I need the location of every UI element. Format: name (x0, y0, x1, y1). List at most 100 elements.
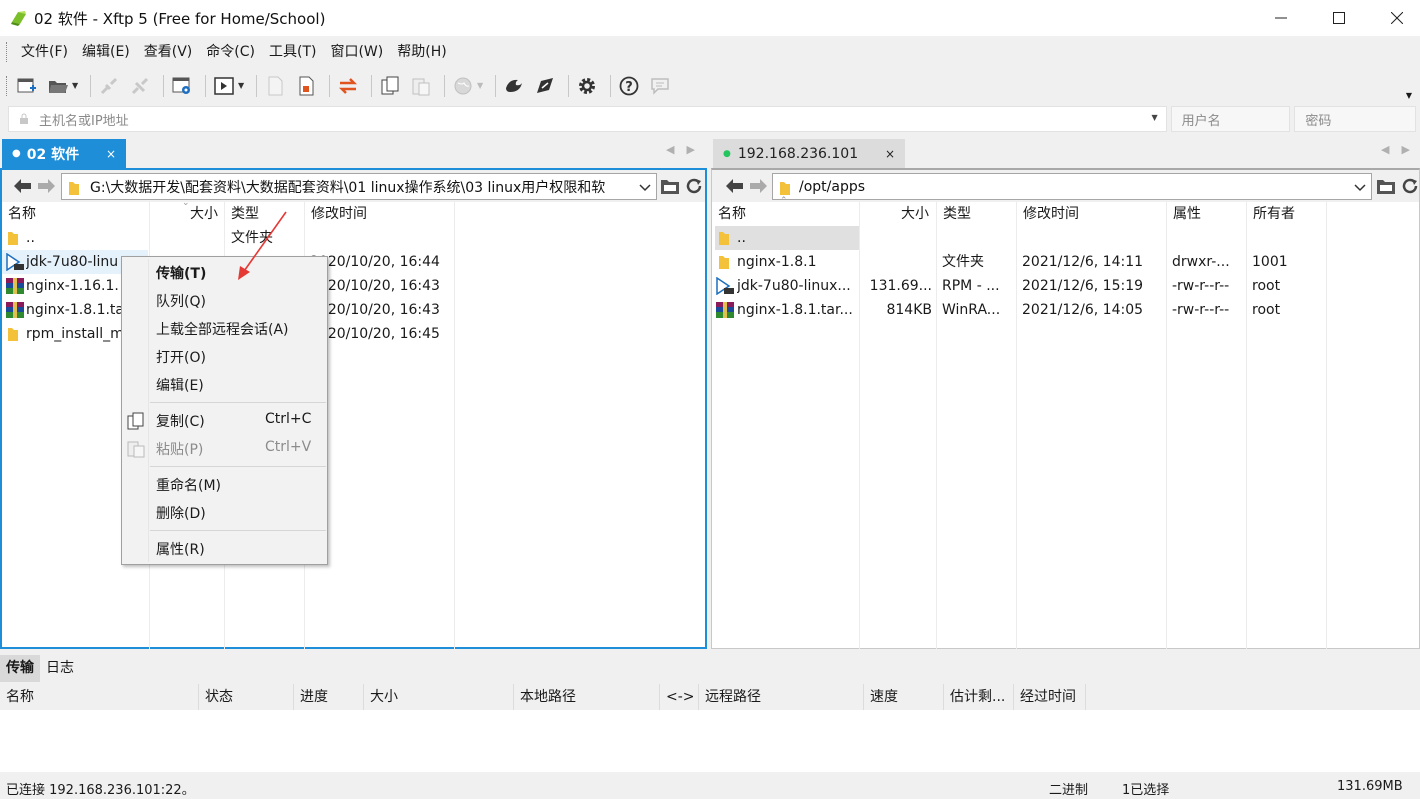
transfer-col-eta[interactable]: 估计剩... (944, 684, 1014, 710)
remote-col-type[interactable]: 类型 (937, 202, 971, 226)
connect-button[interactable] (96, 73, 122, 99)
remote-row-nginx-tar[interactable]: nginx-1.8.1.tar... 814KB WinRA... 2021/1… (712, 298, 1419, 322)
new-session-button[interactable] (14, 73, 40, 99)
tab-local-close-icon[interactable]: × (106, 147, 116, 161)
ctx-open[interactable]: 打开(O) (122, 344, 327, 370)
options-button[interactable] (574, 73, 600, 99)
transfer-col-size[interactable]: 大小 (364, 684, 514, 710)
back-arrow-icon[interactable] (12, 178, 32, 194)
transfer-col-local-path[interactable]: 本地路径 (514, 684, 660, 710)
local-path-text: G:\大数据开发\配套资料\大数据配套资料\01 linux操作系统\03 li… (90, 179, 606, 196)
local-tab-scroll-arrows[interactable]: ◀▶ (666, 143, 707, 156)
transfer-col-speed[interactable]: 速度 (864, 684, 944, 710)
back-arrow-icon[interactable] (724, 178, 744, 194)
local-row-nginx-1-8[interactable]: nginx-1.8.1.ta 2020/10/20, 16:43 (2, 298, 705, 322)
transfer-col-name[interactable]: 名称 (0, 684, 199, 710)
transfer-col-remote-path[interactable]: 远程路径 (699, 684, 864, 710)
menu-window[interactable]: 窗口(W) (323, 40, 390, 64)
minimize-button[interactable] (1258, 0, 1304, 36)
refresh-icon[interactable] (684, 177, 704, 195)
transfer-col-progress[interactable]: 进度 (294, 684, 364, 710)
open-session-button[interactable] (45, 73, 71, 99)
remote-row-jdk[interactable]: jdk-7u80-linux... 131.69... RPM - ... 20… (712, 274, 1419, 298)
transfer-col-elapsed[interactable]: 经过时间 (1014, 684, 1086, 710)
menu-tools[interactable]: 工具(T) (262, 40, 323, 64)
remote-col-name[interactable]: 名称 (712, 202, 746, 226)
rpm-file-icon (6, 253, 24, 271)
ctx-transfer[interactable]: 传输(T) (122, 260, 327, 286)
remote-path-dropdown[interactable] (1353, 177, 1367, 197)
username-input[interactable]: 用户名 (1170, 106, 1291, 132)
local-row-jdk[interactable]: jdk-7u80-linu 2020/10/20, 16:44 (2, 250, 705, 274)
chat-button[interactable] (647, 73, 673, 99)
menu-view[interactable]: 查看(V) (137, 40, 200, 64)
menu-edit[interactable]: 编辑(E) (75, 40, 137, 64)
ctx-upload-all[interactable]: 上载全部远程会话(A) (122, 316, 327, 342)
remote-path-input[interactable]: /opt/apps (772, 173, 1372, 200)
ctx-delete[interactable]: 删除(D) (122, 500, 327, 526)
copy-button[interactable] (377, 73, 403, 99)
local-row-rpm-install[interactable]: rpm_install_m 2020/10/20, 16:45 (2, 322, 705, 346)
remote-row-nginx-dir[interactable]: nginx-1.8.1 文件夹 2021/12/6, 14:11 drwxr-.… (712, 250, 1419, 274)
tab-remote[interactable]: ● 192.168.236.101 × (713, 139, 905, 168)
status-transfer-mode: 二进制 (1049, 783, 1089, 798)
xftp-button[interactable] (532, 73, 558, 99)
remote-tab-scroll-arrows[interactable]: ◀▶ (1381, 143, 1420, 156)
ctx-rename[interactable]: 重命名(M) (122, 472, 327, 498)
properties-icon (172, 77, 190, 94)
globe-dropdown[interactable]: ▼ (477, 81, 485, 90)
help-button[interactable]: ? (616, 73, 642, 99)
globe-button[interactable] (450, 73, 476, 99)
toolbar-overflow-button[interactable]: ▼ (1406, 91, 1412, 100)
disconnect-button[interactable] (127, 73, 153, 99)
local-row-nginx-1-16[interactable]: nginx-1.16.1. 2020/10/20, 16:43 (2, 274, 705, 298)
local-row-parent[interactable]: .. 文件夹 (2, 226, 705, 250)
remote-col-size[interactable]: 大小 (895, 202, 929, 226)
local-col-name[interactable]: 名称 (2, 202, 36, 226)
remote-row-parent[interactable]: .. (712, 226, 1419, 250)
password-input[interactable]: 密码 (1294, 106, 1416, 132)
remote-col-owner[interactable]: 所有者 (1247, 202, 1295, 226)
close-button[interactable] (1374, 0, 1420, 36)
forward-arrow-icon[interactable] (749, 178, 769, 194)
remote-col-mtime[interactable]: 修改时间 (1017, 202, 1079, 226)
local-path-input[interactable]: G:\大数据开发\配套资料\大数据配套资料\01 linux操作系统\03 li… (61, 173, 657, 200)
ctx-copy[interactable]: 复制(C) Ctrl+C (122, 408, 327, 434)
tab-remote-close-icon[interactable]: × (885, 147, 895, 161)
paste-button[interactable] (408, 73, 434, 99)
refresh-icon[interactable] (1400, 177, 1420, 195)
menu-command[interactable]: 命令(C) (199, 40, 262, 64)
ctx-properties[interactable]: 属性(R) (122, 536, 327, 562)
copy-icon (127, 412, 144, 430)
host-input[interactable]: 主机名或IP地址 ▼ (8, 106, 1167, 132)
sync-button[interactable] (335, 73, 361, 99)
terminal-button[interactable] (211, 73, 237, 99)
tab-local[interactable]: ● 02 软件 × (2, 139, 126, 168)
menu-file[interactable]: 文件(F) (14, 40, 75, 64)
local-path-dropdown[interactable] (638, 177, 652, 197)
transfer-col-status[interactable]: 状态 (199, 684, 294, 710)
ctx-edit[interactable]: 编辑(E) (122, 372, 327, 398)
local-col-mtime[interactable]: 修改时间 (305, 202, 367, 226)
folder-view-icon[interactable] (660, 177, 680, 195)
xshell-button[interactable] (501, 73, 527, 99)
open-session-dropdown[interactable]: ▼ (72, 81, 80, 90)
remote-col-attr[interactable]: 属性 (1167, 202, 1201, 226)
globe-icon (454, 77, 472, 94)
menu-help[interactable]: 帮助(H) (390, 40, 453, 64)
new-file-button[interactable] (262, 73, 288, 99)
ctx-paste[interactable]: 粘贴(P) Ctrl+V (122, 436, 327, 462)
maximize-button[interactable] (1316, 0, 1362, 36)
file-type: RPM - ... (942, 278, 1000, 294)
tab-log[interactable]: 日志 (40, 655, 80, 682)
transfer-col-direction[interactable]: <-> (660, 684, 699, 710)
ctx-queue[interactable]: 队列(Q) (122, 288, 327, 314)
tab-transfer[interactable]: 传输 (0, 655, 40, 682)
session-properties-button[interactable] (169, 73, 195, 99)
local-file-panel: G:\大数据开发\配套资料\大数据配套资料\01 linux操作系统\03 li… (0, 168, 707, 649)
host-dropdown-arrow[interactable]: ▼ (1151, 113, 1157, 122)
upload-button[interactable] (293, 73, 319, 99)
folder-view-icon[interactable] (1376, 177, 1396, 195)
terminal-dropdown[interactable]: ▼ (238, 81, 246, 90)
forward-arrow-icon[interactable] (37, 178, 57, 194)
